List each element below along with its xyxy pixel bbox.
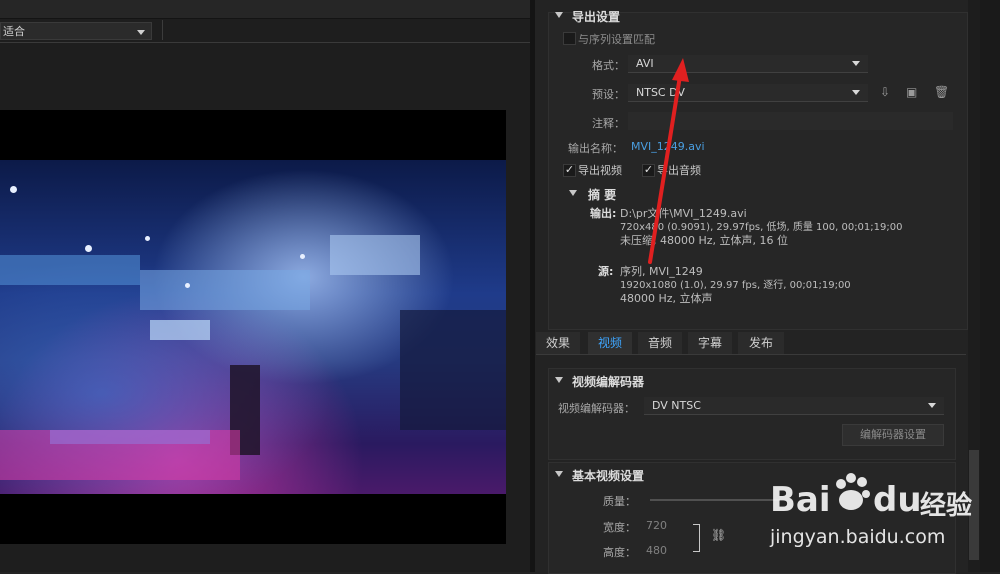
tab-label: 音频 — [647, 336, 672, 350]
height-label: 高度： — [603, 546, 636, 559]
match-sequence-checkbox[interactable] — [563, 32, 576, 45]
comment-input[interactable] — [628, 112, 953, 130]
paw-logo-icon — [832, 472, 872, 512]
export-settings-title: 导出设置 — [572, 10, 621, 24]
tab-label: 效果 — [545, 336, 570, 350]
link-bracket — [693, 524, 700, 552]
width-label: 宽度： — [603, 521, 636, 534]
baidu-jingyan-watermark: Bai du 经验 jingyan.baidu.com — [770, 462, 1000, 562]
preset-dropdown[interactable]: NTSC DV — [628, 84, 868, 102]
preset-label: 预设： — [592, 88, 625, 101]
export-video-label: 导出视频 — [578, 164, 622, 177]
import-preset-icon[interactable]: ▣ — [906, 85, 917, 99]
video-codec-title: 视频编解码器 — [572, 375, 645, 389]
width-value[interactable]: 720 — [646, 519, 667, 532]
chevron-down-icon — [852, 61, 860, 66]
trash-icon[interactable]: 🗑 — [934, 85, 949, 99]
toolbar-separator — [162, 20, 163, 40]
summary-source-line: 48000 Hz, 立体声 — [620, 292, 713, 305]
format-label: 格式： — [592, 59, 625, 72]
export-audio-label: 导出音频 — [657, 164, 701, 177]
format-dropdown[interactable]: AVI — [628, 55, 868, 73]
height-value[interactable]: 480 — [646, 544, 667, 557]
quality-slider[interactable] — [650, 499, 780, 501]
preview-top-bar — [0, 0, 530, 19]
preset-value: NTSC DV — [636, 86, 685, 99]
collapse-triangle-icon[interactable] — [555, 12, 563, 18]
tab-effects[interactable]: 效果 — [536, 332, 580, 354]
tab-video[interactable]: 视频 — [588, 332, 632, 354]
format-value: AVI — [636, 57, 654, 70]
summary-title: 摘 要 — [588, 188, 617, 202]
codec-dropdown[interactable]: DV NTSC — [644, 397, 944, 415]
collapse-triangle-icon[interactable] — [555, 377, 563, 383]
zoom-fit-dropdown[interactable]: 适合 — [0, 22, 152, 40]
summary-output-line: D:\pr文件\MVI_1249.avi — [620, 207, 747, 220]
basic-video-title: 基本视频设置 — [572, 469, 645, 483]
collapse-triangle-icon[interactable] — [555, 471, 563, 477]
zoom-fit-label: 适合 — [3, 25, 25, 38]
output-name-link[interactable]: MVI_1249.avi — [631, 140, 705, 153]
codec-label: 视频编解码器： — [558, 402, 635, 415]
tab-audio[interactable]: 音频 — [638, 332, 682, 354]
checkmark-icon: ✓ — [643, 163, 654, 176]
chevron-down-icon — [137, 30, 145, 35]
video-preview-frame — [0, 160, 506, 494]
toolbar-divider — [0, 42, 530, 43]
watermark-brand-cn: 经验 — [920, 491, 973, 521]
summary-output-label: 输出: — [590, 207, 617, 220]
comment-label: 注释： — [592, 117, 625, 130]
tab-label: 视频 — [597, 336, 622, 350]
quality-label: 质量： — [603, 495, 636, 508]
tab-divider — [536, 354, 966, 355]
summary-source-line: 序列, MVI_1249 — [620, 265, 703, 278]
watermark-brand: Bai — [770, 480, 831, 520]
chevron-down-icon — [928, 403, 936, 408]
summary-output-line: 未压缩, 48000 Hz, 立体声, 16 位 — [620, 234, 789, 247]
checkmark-icon: ✓ — [564, 163, 575, 176]
summary-output-line: 720x480 (0.9091), 29.97fps, 低场, 质量 100, … — [620, 222, 903, 233]
match-sequence-label: 与序列设置匹配 — [578, 33, 655, 46]
codec-settings-button[interactable]: 编解码器设置 — [842, 424, 944, 446]
chevron-down-icon — [852, 90, 860, 95]
watermark-brand-2: du — [873, 480, 922, 520]
summary-source-label: 源: — [598, 265, 614, 278]
tab-captions[interactable]: 字幕 — [688, 332, 732, 354]
codec-value: DV NTSC — [652, 399, 701, 412]
tab-label: 发布 — [748, 336, 773, 350]
collapse-triangle-icon[interactable] — [569, 190, 577, 196]
save-preset-icon[interactable]: ⇩ — [880, 85, 890, 99]
summary-source-line: 1920x1080 (1.0), 29.97 fps, 逐行, 00;01;19… — [620, 280, 851, 291]
tab-label: 字幕 — [697, 336, 722, 350]
tab-publish[interactable]: 发布 — [738, 332, 784, 354]
watermark-url: jingyan.baidu.com — [770, 526, 946, 548]
chain-link-icon[interactable]: ⛓ — [711, 528, 726, 542]
output-name-label: 输出名称： — [568, 142, 623, 155]
